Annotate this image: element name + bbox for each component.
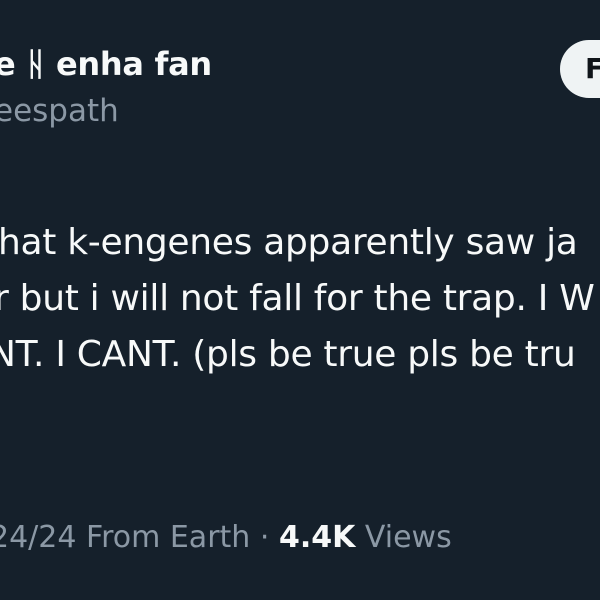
tweet-text-line: hat k-engenes apparently saw ja [0, 222, 578, 263]
tweet-view: e ᚺ enha fan eespath Follow hat k-engene… [0, 0, 600, 600]
views-count: 4.4K [278, 520, 356, 555]
tweet-text-line: NT. I CANT. (pls be true pls be tru [0, 334, 576, 375]
tweet-meta: 24/24 From Earth · 4.4K Views [0, 520, 452, 555]
author-display-name[interactable]: e ᚺ enha fan [0, 45, 212, 83]
follow-button[interactable]: Follow [560, 40, 600, 98]
tweet-text-line: r but i will not fall for the trap. I W [0, 278, 595, 319]
meta-separator: · [259, 520, 270, 555]
author-handle[interactable]: eespath [0, 93, 119, 129]
tweet-text: hat k-engenes apparently saw ja r but i … [0, 215, 595, 383]
tweet-date-source[interactable]: 24/24 From Earth [0, 520, 250, 555]
views-label: Views [364, 520, 452, 555]
